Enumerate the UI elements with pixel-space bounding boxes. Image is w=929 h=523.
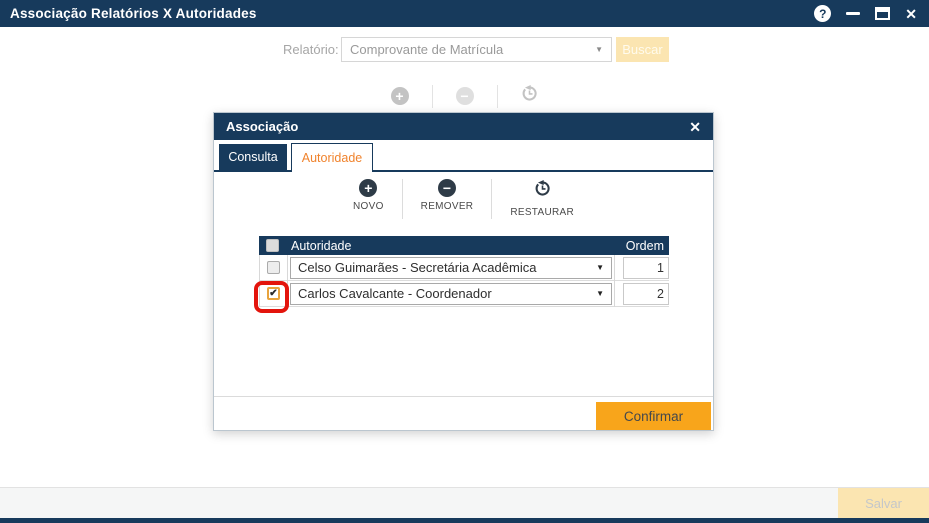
background-toolbar: + − [0, 84, 929, 108]
novo-button[interactable]: + NOVO [341, 179, 396, 212]
remover-label: REMOVER [420, 201, 474, 212]
dialog-title: Associação [226, 119, 299, 134]
order-cell [615, 282, 669, 305]
confirmar-button[interactable]: Confirmar [596, 402, 711, 430]
authority-column-header: Autoridade [291, 238, 352, 253]
authority-select[interactable]: Carlos Cavalcante - Coordenador ▼ [290, 282, 612, 305]
order-cell [615, 256, 669, 279]
help-icon[interactable]: ? [814, 5, 832, 22]
buscar-button[interactable]: Buscar [616, 37, 669, 62]
dialog-tabs: Consulta Autoridade [214, 143, 713, 172]
authority-cell: Celso Guimarães - Secretária Acadêmica ▼ [288, 254, 615, 281]
salvar-button[interactable]: Salvar [838, 488, 929, 519]
close-icon[interactable]: ✕ [905, 7, 917, 21]
association-dialog: Associação ✕ Consulta Autoridade + NOVO … [213, 112, 714, 431]
restaurar-label: RESTAURAR [510, 207, 574, 218]
remove-icon: − [455, 87, 474, 105]
order-input[interactable] [623, 282, 669, 305]
remover-button[interactable]: − REMOVER [409, 179, 486, 212]
bottom-bar [0, 518, 929, 523]
minus-icon: − [438, 179, 456, 197]
authority-cell: Carlos Cavalcante - Coordenador ▼ [288, 280, 615, 307]
order-input[interactable] [623, 256, 669, 279]
restaurar-button[interactable]: RESTAURAR [498, 179, 586, 218]
report-label: Relatório: [283, 42, 339, 57]
footer-bar: Salvar [0, 487, 929, 519]
table-row: Celso Guimarães - Secretária Acadêmica ▼ [259, 254, 669, 281]
divider [496, 84, 498, 108]
row-checkbox[interactable] [267, 261, 280, 274]
divider [401, 179, 403, 219]
table-header: Autoridade Ordem [259, 236, 669, 255]
divider [431, 84, 433, 108]
novo-label: NOVO [353, 201, 384, 212]
authority-table: Autoridade Ordem Celso Guimarães - Secre… [259, 236, 669, 307]
divider [491, 179, 493, 219]
plus-icon: + [359, 179, 378, 197]
titlebar: Associação Relatórios X Autoridades ? ✕ [0, 0, 929, 27]
report-select[interactable]: Comprovante de Matrícula ▼ [341, 37, 612, 62]
tab-consulta[interactable]: Consulta [219, 144, 287, 170]
report-select-value: Comprovante de Matrícula [350, 42, 504, 57]
authority-select[interactable]: Celso Guimarães - Secretária Acadêmica ▼ [290, 256, 612, 279]
restore-icon [520, 84, 539, 108]
row-checkbox-checked[interactable]: ✔ [267, 287, 280, 300]
checkbox-cell: ✔ [259, 280, 288, 307]
checkbox-cell [259, 254, 288, 281]
order-column-header: Ordem [625, 238, 664, 253]
report-search-bar: Relatório: Comprovante de Matrícula ▼ Bu… [283, 37, 669, 62]
dialog-close-icon[interactable]: ✕ [689, 120, 713, 134]
dropdown-arrow-icon: ▼ [596, 289, 604, 298]
table-row: ✔ Carlos Cavalcante - Coordenador ▼ [259, 280, 669, 307]
select-all-checkbox[interactable] [266, 239, 279, 252]
check-icon: ✔ [269, 287, 278, 299]
dialog-toolbar: + NOVO − REMOVER RESTAURAR [214, 179, 713, 219]
window-title: Associação Relatórios X Autoridades [10, 6, 257, 21]
tab-autoridade[interactable]: Autoridade [291, 143, 373, 172]
window-controls: ? ✕ [814, 5, 929, 22]
restore-icon [533, 179, 552, 203]
minimize-icon[interactable] [846, 12, 861, 15]
dropdown-arrow-icon: ▼ [596, 263, 604, 272]
add-icon: + [390, 87, 409, 105]
dropdown-arrow-icon: ▼ [595, 45, 603, 54]
maximize-icon[interactable] [875, 7, 891, 20]
dialog-header: Associação ✕ [214, 113, 713, 140]
divider [214, 396, 713, 397]
authority-select-value: Celso Guimarães - Secretária Acadêmica [298, 260, 537, 275]
authority-select-value: Carlos Cavalcante - Coordenador [298, 286, 492, 301]
